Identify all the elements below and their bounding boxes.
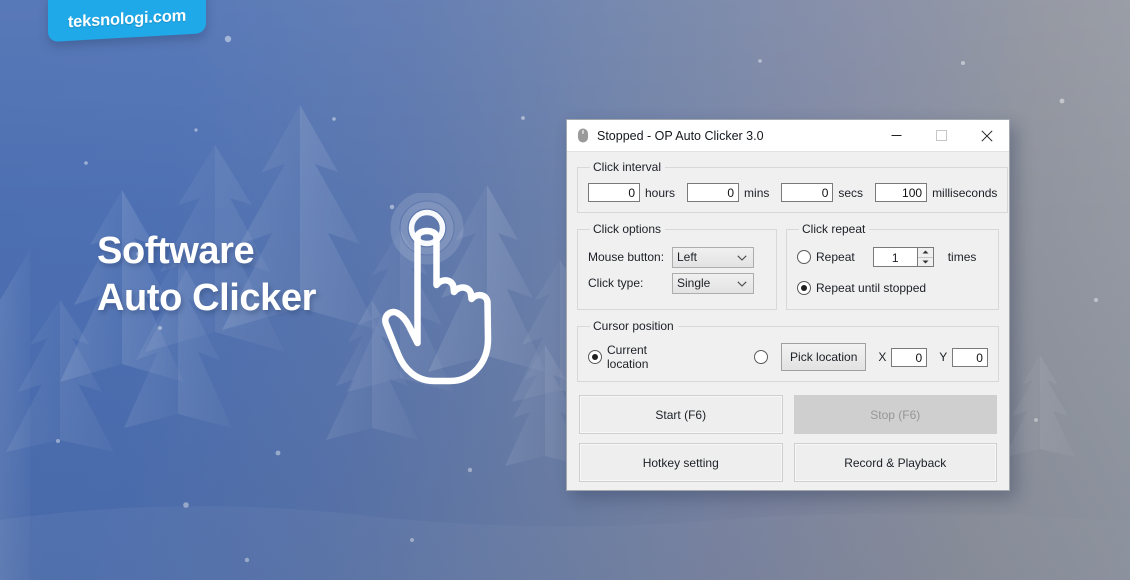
- repeat-count-spin-buttons[interactable]: [917, 247, 934, 267]
- milliseconds-input[interactable]: 100: [875, 183, 927, 202]
- x-input[interactable]: 0: [891, 348, 927, 367]
- pick-location-button[interactable]: Pick location: [781, 343, 866, 371]
- headline-line-2: Auto Clicker: [97, 275, 316, 322]
- window-title: Stopped - OP Auto Clicker 3.0: [597, 129, 874, 143]
- mouse-button-value: Left: [677, 250, 697, 264]
- window-titlebar[interactable]: Stopped - OP Auto Clicker 3.0: [567, 120, 1009, 152]
- mouse-icon: [576, 128, 590, 143]
- repeat-count-stepper[interactable]: 1: [873, 247, 934, 267]
- current-location-radio-icon[interactable]: [588, 350, 602, 364]
- close-icon[interactable]: [964, 121, 1009, 151]
- click-options-group: Click options Mouse button: Left Click t…: [577, 222, 777, 310]
- spin-down-icon[interactable]: [918, 258, 933, 267]
- action-button-grid: Start (F6) Stop (F6) Hotkey setting Reco…: [577, 391, 999, 482]
- click-interval-row: 0 hours 0 mins 0 secs 100 milliseconds: [588, 180, 997, 202]
- page-title: Software Auto Clicker: [97, 228, 316, 322]
- repeat-count-row: Repeat 1 times: [797, 246, 988, 268]
- click-type-select[interactable]: Single: [672, 273, 754, 294]
- mouse-button-row: Mouse button: Left: [588, 246, 766, 268]
- click-options-legend: Click options: [590, 222, 665, 236]
- minutes-input[interactable]: 0: [687, 183, 739, 202]
- hours-input[interactable]: 0: [588, 183, 640, 202]
- y-label: Y: [939, 350, 947, 364]
- record-playback-button[interactable]: Record & Playback: [794, 443, 998, 482]
- repeat-until-stopped-radio-icon[interactable]: [797, 281, 811, 295]
- repeat-until-stopped-label: Repeat until stopped: [816, 281, 926, 295]
- repeat-label: Repeat: [816, 250, 855, 264]
- repeat-radio-icon[interactable]: [797, 250, 811, 264]
- x-label: X: [878, 350, 886, 364]
- click-type-label: Click type:: [588, 276, 672, 290]
- minimize-icon[interactable]: [874, 121, 919, 151]
- click-interval-group: Click interval 0 hours 0 mins 0 secs 100…: [577, 160, 1008, 213]
- site-logo-tag[interactable]: teksnologi.com: [48, 0, 206, 42]
- op-auto-clicker-window[interactable]: Stopped - OP Auto Clicker 3.0 Click inte…: [566, 119, 1010, 491]
- repeat-until-stopped-option[interactable]: Repeat until stopped: [797, 281, 926, 295]
- headline-line-1: Software: [97, 228, 316, 275]
- spin-up-icon[interactable]: [918, 248, 933, 258]
- stop-button[interactable]: Stop (F6): [794, 395, 998, 434]
- repeat-radio-option[interactable]: Repeat: [797, 250, 855, 264]
- hours-unit-label: hours: [645, 186, 675, 200]
- cursor-position-legend: Cursor position: [590, 319, 678, 333]
- options-repeat-row: Click options Mouse button: Left Click t…: [577, 222, 999, 319]
- click-repeat-legend: Click repeat: [799, 222, 869, 236]
- mouse-button-select[interactable]: Left: [672, 247, 754, 268]
- logo-text: teksnologi.com: [48, 0, 206, 46]
- current-location-option[interactable]: Current location: [588, 343, 678, 371]
- milliseconds-unit-label: milliseconds: [932, 186, 997, 200]
- chevron-down-icon: [737, 255, 747, 261]
- click-type-value: Single: [677, 276, 710, 290]
- start-button[interactable]: Start (F6): [579, 395, 783, 434]
- minutes-unit-label: mins: [744, 186, 769, 200]
- seconds-unit-label: secs: [838, 186, 863, 200]
- chevron-down-icon: [737, 281, 747, 287]
- pointing-hand-tap-icon: [372, 193, 512, 388]
- cursor-position-group: Cursor position Current location Pick lo…: [577, 319, 999, 382]
- repeat-count-input[interactable]: 1: [873, 247, 917, 267]
- click-repeat-group: Click repeat Repeat 1: [786, 222, 999, 310]
- maximize-icon[interactable]: [919, 121, 964, 151]
- y-input[interactable]: 0: [952, 348, 988, 367]
- cursor-position-row: Current location Pick location X 0 Y 0: [588, 339, 988, 371]
- seconds-input[interactable]: 0: [781, 183, 833, 202]
- repeat-until-stopped-row: Repeat until stopped: [797, 277, 988, 299]
- current-location-label: Current location: [607, 343, 678, 371]
- click-type-row: Click type: Single: [588, 272, 766, 294]
- times-label: times: [948, 250, 977, 264]
- pick-location-radio-icon[interactable]: [754, 350, 768, 364]
- window-body: Click interval 0 hours 0 mins 0 secs 100…: [567, 152, 1009, 490]
- mouse-button-label: Mouse button:: [588, 250, 672, 264]
- click-interval-legend: Click interval: [590, 160, 665, 174]
- hotkey-setting-button[interactable]: Hotkey setting: [579, 443, 783, 482]
